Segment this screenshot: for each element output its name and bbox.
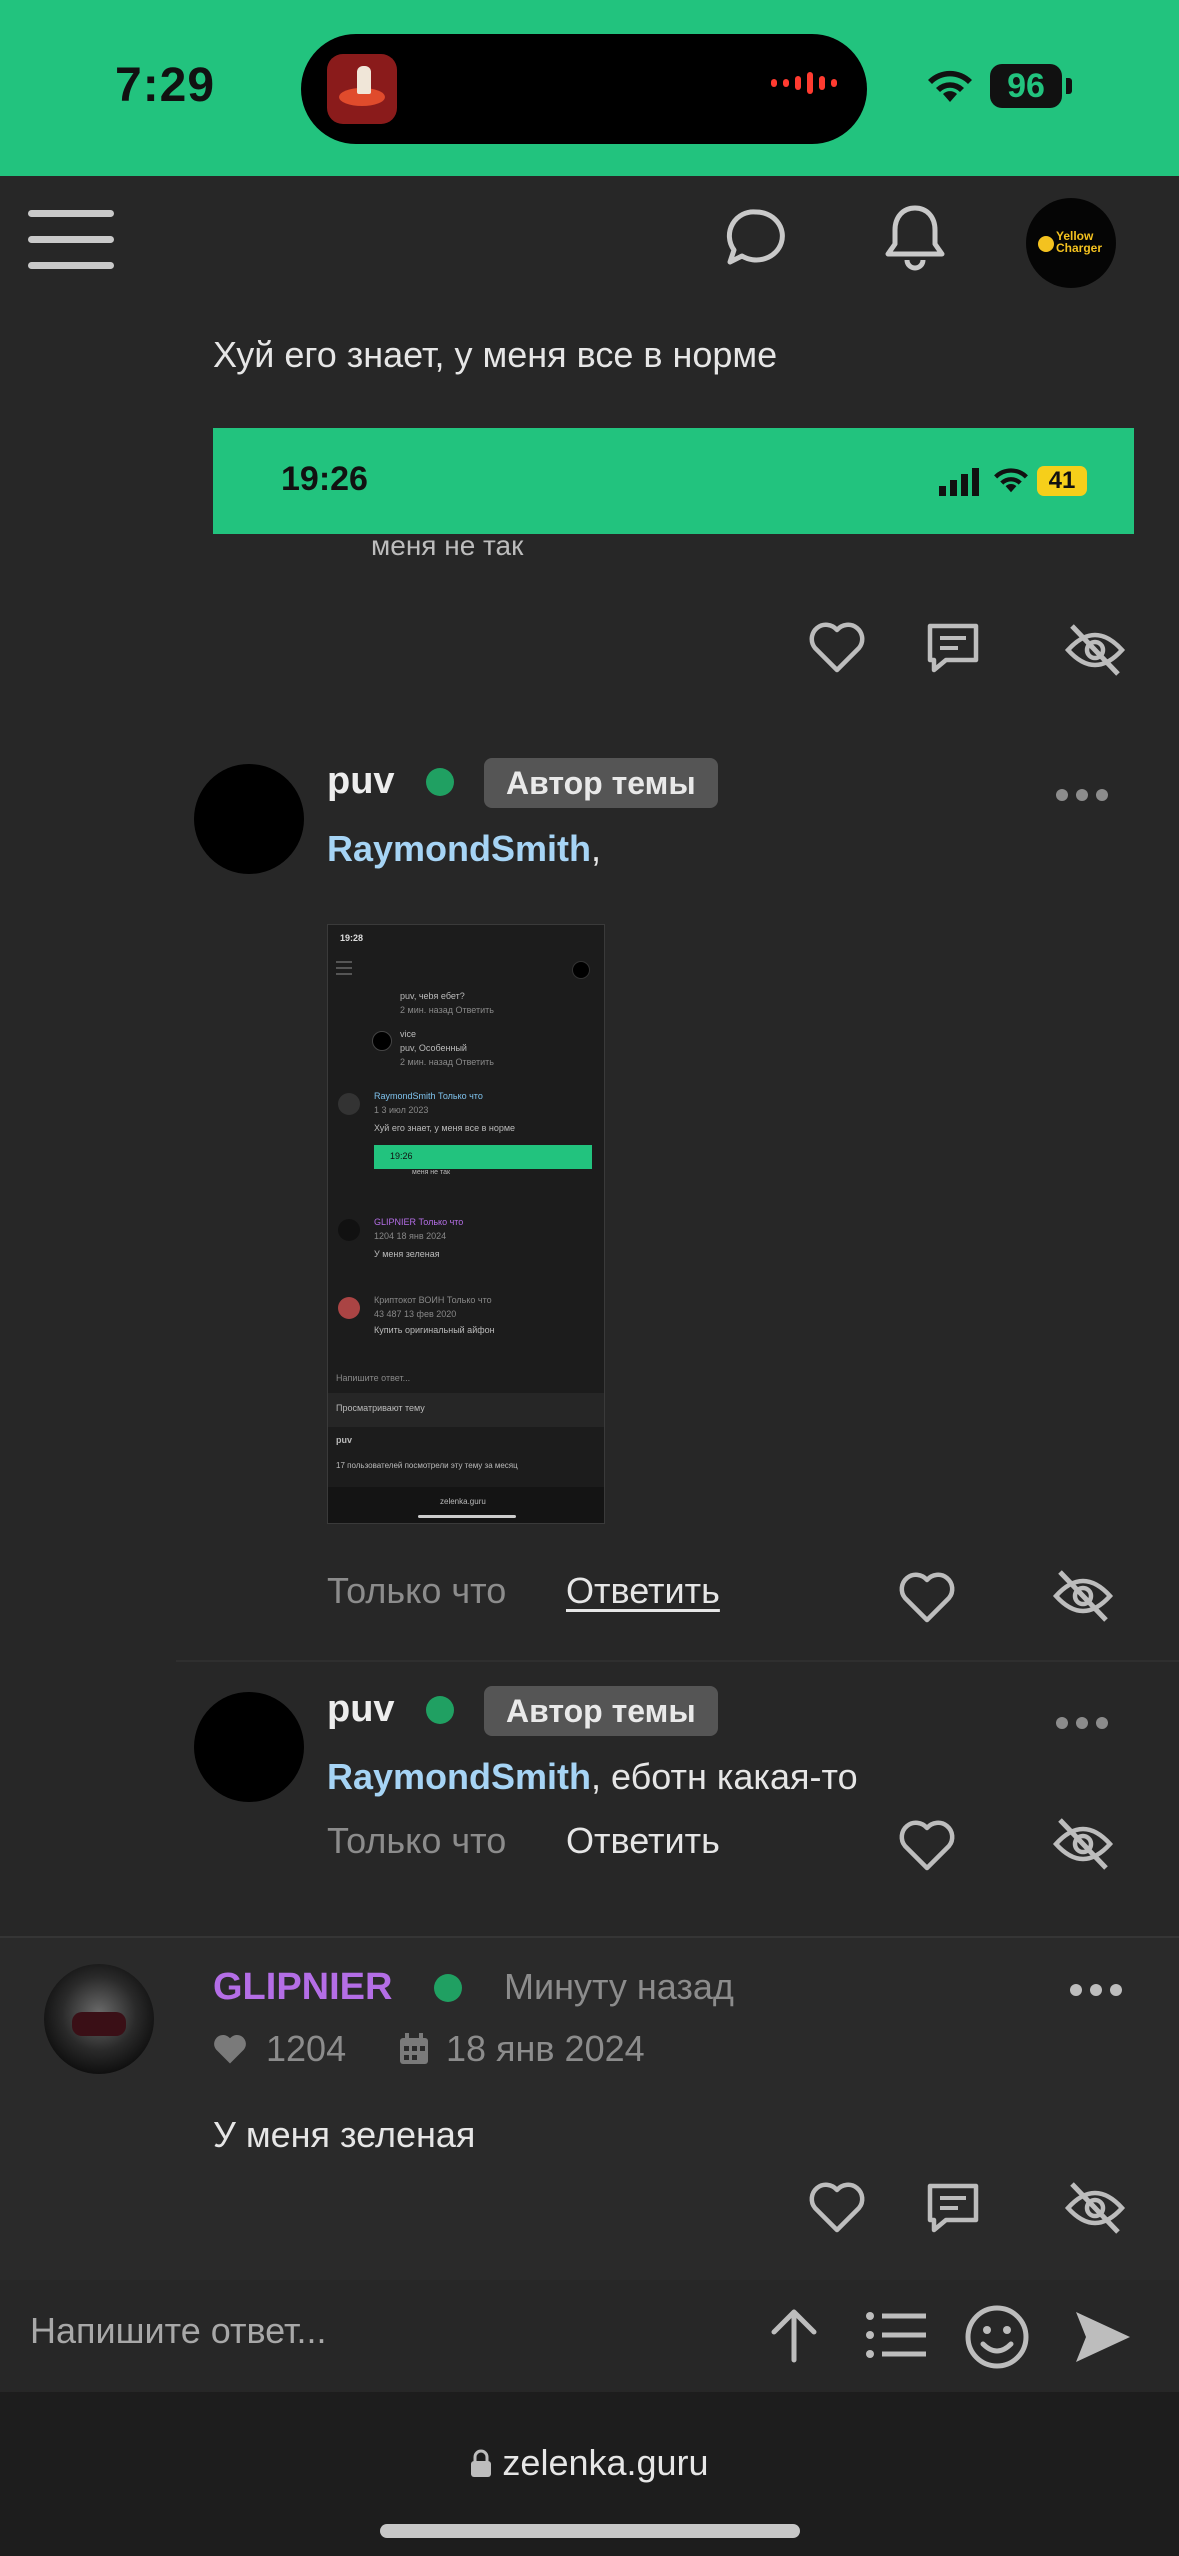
home-indicator[interactable]: [380, 2524, 800, 2538]
calendar-icon: [400, 2033, 428, 2064]
comment-text: RaymondSmith, еботн какая-то: [327, 1756, 858, 1797]
register-date: 18 янв 2024: [446, 2028, 645, 2069]
url-text: zelenka.guru: [502, 2442, 709, 2483]
quote-comment-icon[interactable]: [924, 2180, 982, 2236]
emoji-icon[interactable]: [964, 2304, 1030, 2370]
dynamic-island: [301, 34, 867, 144]
send-icon[interactable]: [1072, 2306, 1134, 2368]
online-indicator: [434, 1974, 462, 2002]
battery-level: 96: [990, 64, 1062, 108]
comment-text: RaymondSmith,: [327, 828, 602, 869]
embedded-caption: меня не так: [371, 530, 524, 561]
mention-link[interactable]: RaymondSmith: [327, 828, 591, 869]
more-options-icon[interactable]: [1056, 789, 1108, 801]
online-indicator: [426, 768, 454, 796]
avatar[interactable]: [44, 1964, 154, 2074]
heart-icon: [214, 2035, 246, 2064]
embedded-time: 19:26: [281, 460, 368, 498]
embedded-screenshot[interactable]: 19:26 41: [213, 428, 1134, 534]
audio-wave-icon: [771, 72, 837, 94]
status-time: 7:29: [115, 59, 216, 112]
avatar[interactable]: [194, 764, 304, 874]
post-time: Минуту назад: [504, 1966, 734, 2007]
hide-eye-icon[interactable]: [1064, 2180, 1126, 2236]
url-field[interactable]: zelenka.guru: [0, 2442, 1179, 2484]
like-heart-icon[interactable]: [898, 1818, 956, 1872]
comment-time: Только что: [327, 1820, 507, 1861]
attached-screenshot-thumbnail[interactable]: 19:28 puv, чеbя ебет? 2 мин. назад Ответ…: [327, 924, 605, 1524]
list-icon[interactable]: [864, 2310, 928, 2360]
username[interactable]: puv: [327, 760, 395, 803]
more-options-icon[interactable]: [1056, 1717, 1108, 1729]
like-count: 1204: [266, 2028, 347, 2069]
status-bar: 7:29 96: [0, 0, 1179, 176]
wifi-icon: [928, 70, 972, 102]
post-text: У меня зеленая: [213, 2114, 476, 2155]
bell-icon[interactable]: [884, 202, 946, 274]
reply-input[interactable]: Напишите ответ...: [30, 2310, 327, 2352]
lock-icon: [471, 2449, 492, 2477]
wifi-icon: [994, 468, 1028, 493]
embedded-battery: 41: [1037, 466, 1087, 496]
arrow-up-icon[interactable]: [766, 2304, 822, 2364]
signal-icon: [939, 468, 979, 496]
like-heart-icon[interactable]: [808, 2180, 866, 2234]
topic-author-badge: Автор темы: [484, 758, 718, 808]
online-indicator: [426, 1696, 454, 1724]
like-heart-icon[interactable]: [808, 620, 866, 674]
battery-cap: [1066, 78, 1072, 94]
mention-link[interactable]: RaymondSmith: [327, 1756, 591, 1797]
top-nav: Yellow Charger: [0, 176, 1179, 310]
hide-eye-icon[interactable]: [1064, 622, 1126, 678]
hamburger-icon[interactable]: [28, 204, 114, 276]
post-text: Хуй его знает, у меня все в норме: [213, 334, 778, 375]
avatar[interactable]: [194, 1692, 304, 1802]
browser-url-bar: zelenka.guru: [0, 2392, 1179, 2556]
reply-composer: Напишите ответ...: [0, 2282, 1179, 2392]
topic-author-badge: Автор темы: [484, 1686, 718, 1736]
comment-time: Только что: [327, 1570, 507, 1611]
chat-bubble-icon[interactable]: [724, 206, 788, 270]
hide-eye-icon[interactable]: [1052, 1568, 1114, 1624]
like-heart-icon[interactable]: [898, 1570, 956, 1624]
hide-eye-icon[interactable]: [1052, 1816, 1114, 1872]
user-avatar[interactable]: Yellow Charger: [1026, 198, 1116, 288]
reply-button[interactable]: Ответить: [566, 1820, 720, 1862]
username[interactable]: GLIPNIER: [213, 1966, 392, 2009]
username[interactable]: puv: [327, 1688, 395, 1731]
comment-divider: [176, 1660, 1179, 1662]
now-playing-app-icon: [327, 54, 397, 124]
quote-comment-icon[interactable]: [924, 620, 982, 676]
reply-button[interactable]: Ответить: [566, 1570, 720, 1612]
more-options-icon[interactable]: [1070, 1984, 1122, 1996]
